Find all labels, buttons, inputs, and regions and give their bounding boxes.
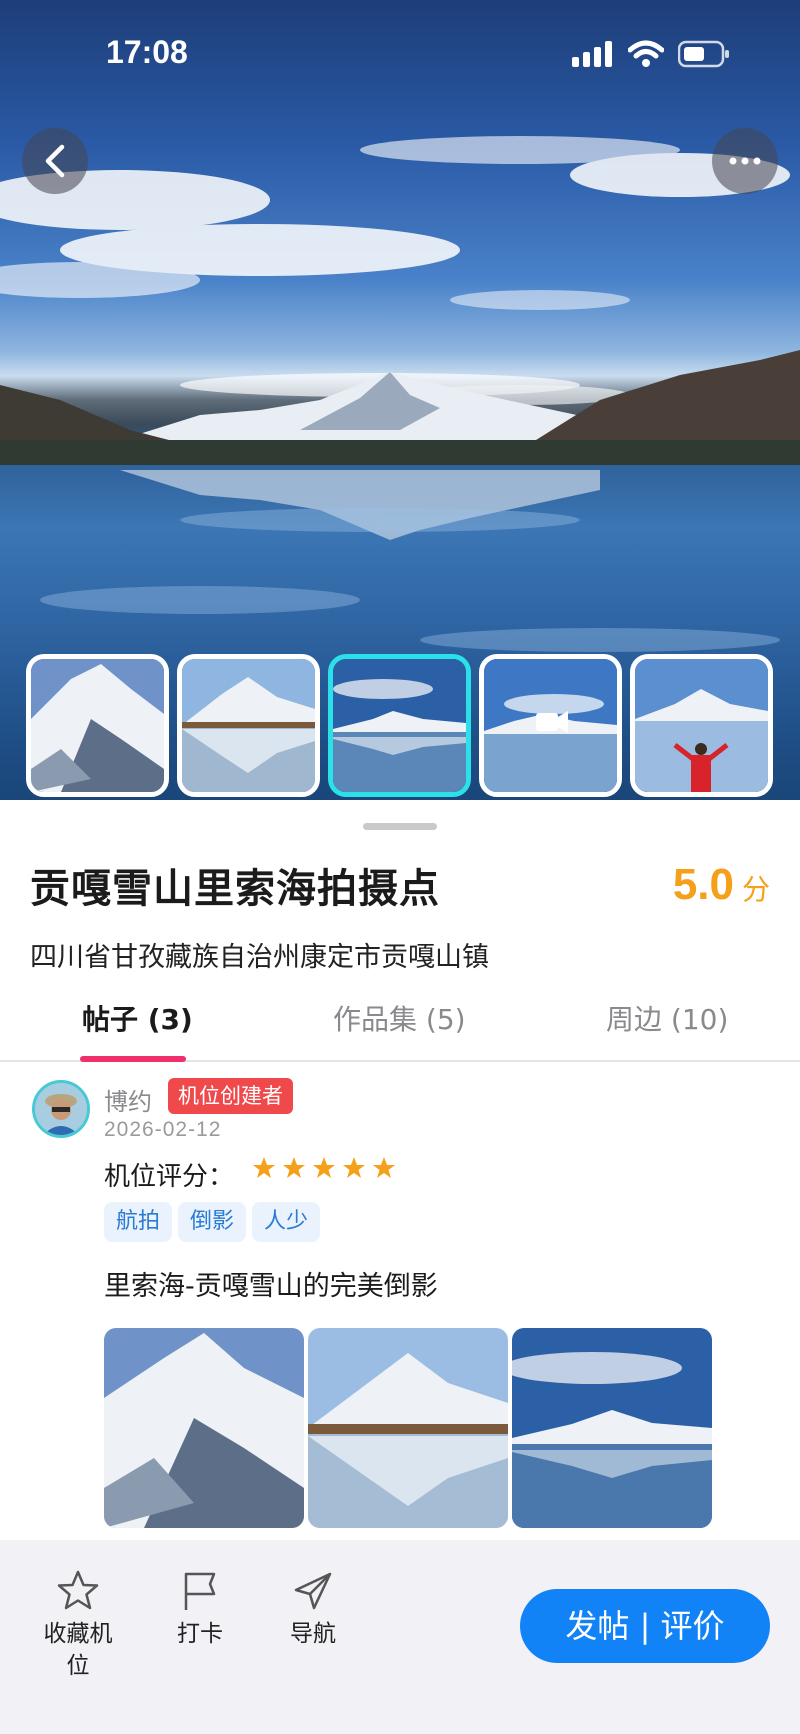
star-icon bbox=[373, 1157, 395, 1178]
score-value: 5.0 bbox=[672, 860, 734, 909]
video-icon bbox=[536, 713, 558, 731]
star-icon bbox=[283, 1157, 305, 1178]
tab-bar: 帖子 (3) 作品集 (5) 周边 (10) bbox=[0, 990, 800, 1062]
star-icon bbox=[343, 1157, 365, 1178]
post-date: 2026-02-12 bbox=[104, 1118, 222, 1141]
thumbnail-3-selected[interactable] bbox=[328, 654, 471, 797]
spot-detail-page: 17:08 贡嘎雪山里索海拍摄点 5.0 分 四川省甘孜藏族自治州康定市贡嘎山镇… bbox=[0, 0, 800, 1734]
rating-label: 机位评分： bbox=[104, 1162, 235, 1192]
more-button[interactable] bbox=[712, 128, 778, 194]
creator-badge: 机位创建者 bbox=[168, 1078, 293, 1114]
avatar[interactable] bbox=[32, 1080, 90, 1138]
status-icons bbox=[572, 40, 730, 68]
thumbnail-strip bbox=[26, 654, 773, 797]
navigate-label: 导航 bbox=[290, 1621, 336, 1647]
spot-address: 四川省甘孜藏族自治州康定市贡嘎山镇 bbox=[30, 942, 489, 973]
author-name[interactable]: 博约 bbox=[104, 1082, 152, 1117]
checkin-label: 打卡 bbox=[177, 1621, 223, 1647]
post-text: 里索海-贡嘎雪山的完美倒影 bbox=[104, 1271, 438, 1302]
favorite-label: 收藏机位 bbox=[43, 1621, 113, 1679]
tag-few-people[interactable]: 人少 bbox=[252, 1202, 321, 1242]
thumbnail-1[interactable] bbox=[26, 654, 169, 797]
star-outline-icon bbox=[57, 1570, 99, 1610]
sheet-drag-handle[interactable] bbox=[363, 823, 437, 830]
thumbnail-4-video[interactable] bbox=[479, 654, 622, 797]
more-dots-icon bbox=[729, 157, 761, 165]
back-chevron-icon bbox=[45, 144, 65, 178]
navigation-arrow-icon bbox=[294, 1572, 332, 1610]
star-icon bbox=[313, 1157, 335, 1178]
star-icon bbox=[253, 1157, 275, 1178]
flag-icon bbox=[184, 1572, 216, 1610]
post-image-2[interactable] bbox=[308, 1328, 508, 1528]
checkin-button[interactable]: 打卡 bbox=[160, 1570, 240, 1650]
back-button[interactable] bbox=[22, 128, 88, 194]
thumbnail-5[interactable] bbox=[630, 654, 773, 797]
tab-portfolio[interactable]: 作品集 (5) bbox=[333, 998, 466, 1038]
post-images bbox=[104, 1328, 712, 1528]
battery-icon bbox=[678, 40, 729, 68]
spot-score: 5.0 分 bbox=[673, 860, 770, 910]
post-tags: 航拍 倒影 人少 bbox=[104, 1202, 321, 1242]
tag-reflection[interactable]: 倒影 bbox=[178, 1202, 247, 1242]
signal-icon bbox=[572, 41, 612, 67]
tab-posts[interactable]: 帖子 (3) bbox=[82, 998, 193, 1038]
status-bar: 17:08 bbox=[0, 0, 800, 110]
tag-aerial[interactable]: 航拍 bbox=[104, 1202, 173, 1242]
hero-photo[interactable]: 17:08 bbox=[0, 0, 800, 800]
thumbnail-2[interactable] bbox=[177, 654, 320, 797]
post-image-1[interactable] bbox=[104, 1328, 304, 1528]
post-review-button[interactable]: 发帖 | 评价 bbox=[520, 1589, 770, 1663]
rating-stars bbox=[252, 1156, 396, 1180]
favorite-spot-button[interactable]: 收藏机位 bbox=[36, 1570, 120, 1682]
post-image-3[interactable] bbox=[512, 1328, 712, 1528]
status-time: 17:08 bbox=[106, 34, 188, 70]
bottom-action-bar: 收藏机位 打卡 导航 发帖 | 评价 bbox=[0, 1540, 800, 1734]
wifi-icon bbox=[628, 40, 664, 67]
tab-nearby[interactable]: 周边 (10) bbox=[606, 998, 728, 1038]
tab-active-indicator bbox=[80, 1056, 186, 1062]
spot-title: 贡嘎雪山里索海拍摄点 bbox=[30, 866, 440, 912]
navigate-button[interactable]: 导航 bbox=[273, 1570, 353, 1650]
score-unit: 分 bbox=[741, 873, 770, 906]
